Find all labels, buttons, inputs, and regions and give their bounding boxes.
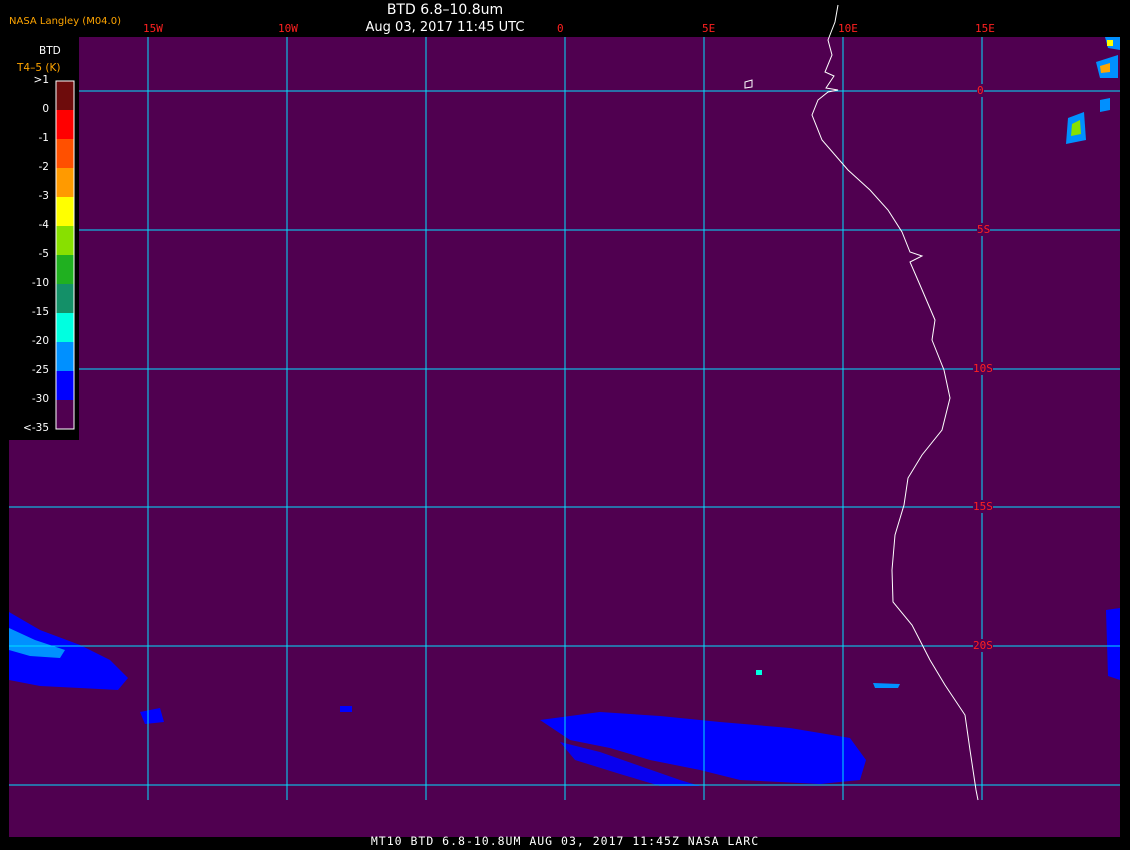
legend-colorbar [55, 80, 75, 430]
latitude-label: 10S [973, 362, 993, 375]
legend-label: -15 [31, 306, 49, 318]
map-title: BTD 6.8–10.8um [386, 2, 504, 18]
latitude-label: 20S [973, 639, 993, 652]
legend-swatch [56, 168, 74, 197]
legend-label: -3 [38, 190, 49, 202]
legend-swatch [56, 81, 74, 110]
feature-se-cell [1106, 608, 1120, 680]
latitude-label: 5S [977, 223, 991, 236]
legend-label: -10 [31, 277, 49, 289]
legend-swatch [56, 342, 74, 371]
feature-tiny-cyan [756, 670, 762, 675]
legend-swatch [56, 313, 74, 342]
feature-ne-core [1107, 40, 1113, 46]
legend-label: -1 [38, 132, 49, 144]
legend-label: -4 [38, 219, 49, 231]
legend-swatch [56, 110, 74, 139]
legend-swatch [56, 371, 74, 400]
credit-label: NASA Langley (M04.0) [9, 16, 121, 27]
legend-swatch [56, 400, 74, 429]
longitude-label: 15E [975, 22, 995, 35]
legend-label: -20 [31, 335, 49, 347]
legend-swatch [56, 197, 74, 226]
feature-e-cell-3 [1100, 98, 1110, 112]
legend-label: 0 [42, 103, 49, 115]
longitude-label: 10W [278, 22, 298, 35]
legend-label: -5 [38, 248, 49, 260]
legend-label: <-35 [23, 422, 49, 434]
longitude-label: 5E [702, 22, 716, 35]
legend-swatch [56, 284, 74, 313]
legend-swatch [56, 255, 74, 284]
longitude-label: 0 [557, 22, 564, 35]
legend: BTD T4–5 (K) >1 0 -1 -2 -3 -4 -5 -10 -15 -20 -25 -3… [9, 37, 79, 440]
footer-caption: MT10 BTD 6.8-10.8UM AUG 03, 2017 11:45Z … [370, 834, 760, 848]
longitude-label: 10E [838, 22, 858, 35]
feature-speck [340, 706, 352, 712]
legend-label: >1 [33, 74, 49, 86]
legend-label: -30 [31, 393, 49, 405]
satellite-map [0, 0, 1130, 850]
latitude-label: 15S [973, 500, 993, 513]
map-datetime: Aug 03, 2017 11:45 UTC [365, 20, 525, 35]
legend-swatch [56, 226, 74, 255]
longitude-label: 15W [143, 22, 163, 35]
legend-label: -25 [31, 364, 49, 376]
legend-label: -2 [38, 161, 49, 173]
legend-swatch [56, 139, 74, 168]
latitude-label: 0 [977, 84, 984, 97]
